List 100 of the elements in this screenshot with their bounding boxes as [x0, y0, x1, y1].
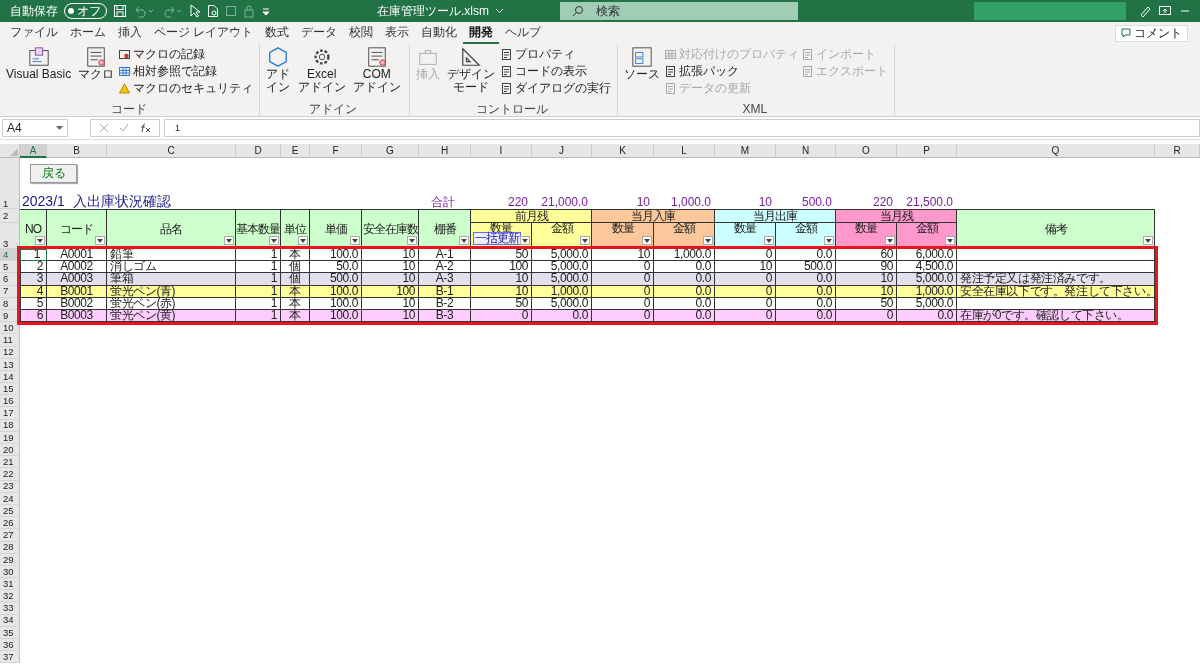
filter-button[interactable] — [350, 236, 360, 245]
column-header[interactable]: A — [20, 144, 47, 158]
filter-button[interactable] — [407, 236, 417, 245]
row-header[interactable]: 21 — [0, 456, 20, 469]
window-title[interactable]: 在庫管理ツール.xlsm — [377, 2, 489, 20]
back-button[interactable]: 戻る — [30, 164, 77, 183]
ribbon-button[interactable]: マクロのセキュリティ — [119, 81, 254, 96]
filter-button[interactable] — [824, 236, 834, 245]
row-header[interactable]: 33 — [0, 602, 20, 615]
row-header[interactable]: 36 — [0, 639, 20, 652]
ribbon-button[interactable]: デザインモード — [444, 46, 498, 102]
column-header[interactable]: I — [471, 144, 532, 158]
row-header[interactable]: 20 — [0, 444, 20, 457]
filter-button[interactable] — [580, 236, 590, 245]
save-icon[interactable] — [113, 4, 127, 18]
column-header[interactable]: H — [419, 144, 471, 158]
row-header[interactable]: 32 — [0, 590, 20, 603]
menu-tab[interactable]: ファイル — [4, 22, 64, 44]
filter-button[interactable] — [224, 236, 234, 245]
column-header[interactable]: M — [715, 144, 776, 158]
filter-button[interactable] — [269, 236, 279, 245]
caret-icon[interactable] — [495, 8, 504, 14]
formula-field[interactable]: 1 — [164, 119, 1200, 137]
ribbon-button[interactable]: Visual Basic — [4, 46, 74, 102]
menu-tab[interactable]: ヘルプ — [499, 22, 548, 44]
ribbon-button[interactable]: アドイン — [264, 46, 293, 102]
row-header[interactable]: 1 — [0, 158, 20, 209]
ribbon-button[interactable]: マクロの記録 — [119, 47, 254, 62]
row-header[interactable]: 10 — [0, 322, 20, 335]
column-header[interactable]: K — [592, 144, 654, 158]
menu-tab[interactable]: 挿入 — [112, 22, 148, 44]
column-header[interactable]: O — [836, 144, 897, 158]
column-header[interactable]: F — [310, 144, 362, 158]
column-header[interactable]: J — [532, 144, 592, 158]
column-header[interactable]: E — [281, 144, 310, 158]
filter-button[interactable] — [885, 236, 895, 245]
ribbon-button[interactable]: COM アドイン — [350, 46, 403, 102]
menu-tab[interactable]: 数式 — [259, 22, 296, 44]
header-cell: 金額 — [897, 223, 957, 249]
row-header[interactable]: 22 — [0, 468, 20, 481]
bulk-update-button[interactable]: 一括更新 — [473, 232, 521, 245]
filter-button[interactable] — [298, 236, 308, 245]
filter-button[interactable] — [945, 236, 955, 245]
filter-button[interactable] — [35, 236, 45, 245]
filter-button[interactable] — [459, 236, 469, 245]
ribbon-button[interactable]: ソース — [621, 46, 662, 102]
row-header[interactable]: 16 — [0, 395, 20, 408]
row-header[interactable]: 15 — [0, 383, 20, 396]
ribbon-button[interactable]: 相対参照で記録 — [119, 64, 254, 79]
check-icon[interactable] — [119, 123, 129, 133]
column-header[interactable]: D — [236, 144, 281, 158]
column-header[interactable]: P — [897, 144, 957, 158]
column-header[interactable]: G — [362, 144, 419, 158]
row-header[interactable]: 6 — [0, 273, 20, 286]
menu-tab[interactable]: データ — [295, 22, 344, 44]
ribbon-display-icon[interactable] — [1158, 4, 1172, 18]
column-header[interactable]: R — [1155, 144, 1200, 158]
filter-button[interactable] — [764, 236, 774, 245]
menu-tab[interactable]: 自動化 — [415, 22, 464, 44]
column-header[interactable]: C — [107, 144, 236, 158]
ribbon-button[interactable]: ダイアログの実行 — [500, 81, 611, 96]
search-field[interactable]: 検索 — [560, 2, 798, 20]
menu-tab[interactable]: ページ レイアウト — [148, 22, 260, 44]
column-header[interactable]: L — [654, 144, 715, 158]
row-header[interactable]: 27 — [0, 529, 20, 542]
menu-tab[interactable]: ホーム — [64, 22, 112, 44]
menu-tab[interactable]: 表示 — [379, 22, 416, 44]
list-icon — [500, 49, 512, 60]
table-cell: 100 — [471, 261, 532, 274]
row-header[interactable]: 3 — [0, 223, 20, 249]
filter-button[interactable] — [1143, 236, 1153, 245]
row-header[interactable]: 11 — [0, 334, 20, 347]
menu-tab[interactable]: 校閲 — [343, 22, 380, 44]
pen-icon[interactable] — [1138, 4, 1152, 18]
column-header[interactable]: Q — [957, 144, 1155, 158]
row-header[interactable]: 4 — [0, 249, 20, 262]
ribbon-button[interactable]: コードの表示 — [500, 64, 611, 79]
ribbon-button[interactable]: マクロ — [76, 46, 117, 102]
ribbon-button[interactable]: 拡張パック — [664, 64, 799, 79]
filter-button[interactable] — [520, 236, 530, 245]
table-cell: 消しゴム — [107, 261, 236, 274]
name-box[interactable]: A4 — [2, 119, 68, 137]
row-header[interactable]: 5 — [0, 261, 20, 274]
table-cell: 発注予定又は発注済みです。 — [957, 273, 1155, 286]
column-header[interactable]: B — [47, 144, 107, 158]
filter-button[interactable] — [642, 236, 652, 245]
filter-button[interactable] — [703, 236, 713, 245]
ribbon-button[interactable]: プロパティ — [500, 47, 611, 62]
filter-button[interactable] — [95, 236, 105, 245]
row-header[interactable]: 31 — [0, 578, 20, 591]
document-icon[interactable] — [207, 4, 219, 18]
ribbon-button[interactable]: Excel アドイン — [295, 46, 348, 102]
row-header[interactable]: 17 — [0, 407, 20, 420]
row-header[interactable]: 2 — [0, 209, 20, 223]
comment-button[interactable]: コメント — [1115, 24, 1188, 42]
column-header[interactable]: N — [776, 144, 836, 158]
row-header[interactable]: 37 — [0, 651, 20, 664]
pointer-icon[interactable] — [189, 4, 201, 18]
row-header[interactable]: 26 — [0, 517, 20, 530]
function-icon[interactable] — [139, 123, 151, 133]
